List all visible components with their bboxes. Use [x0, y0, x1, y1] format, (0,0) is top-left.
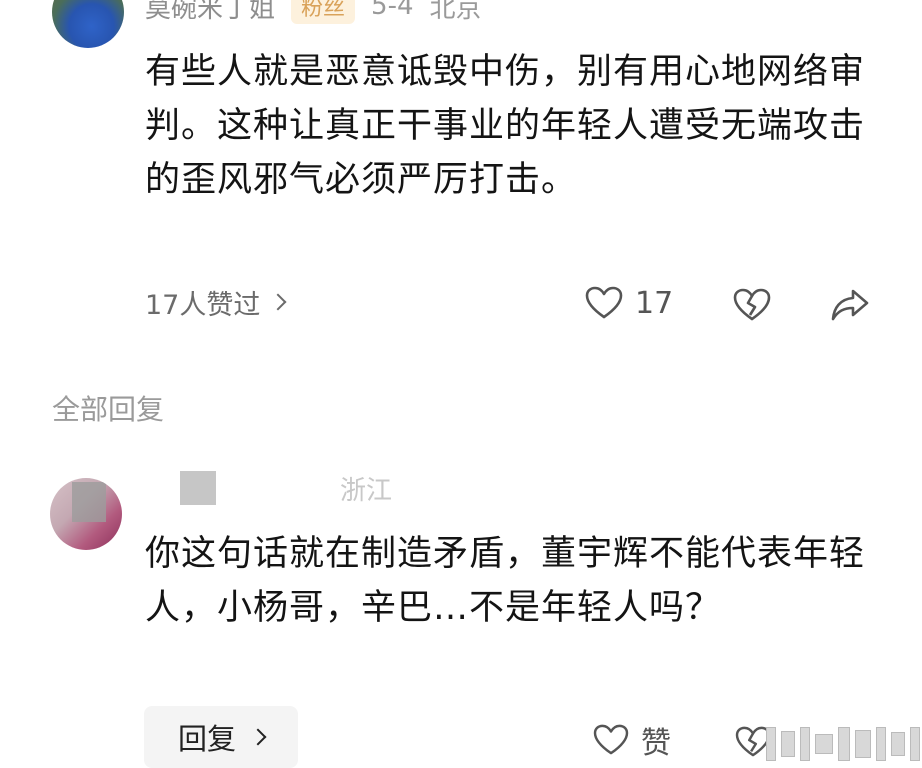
- heart-outline-icon: [593, 724, 629, 755]
- chevron-right-icon: [249, 728, 267, 746]
- chevron-right-icon: [269, 293, 287, 311]
- broken-heart-icon: [733, 288, 771, 321]
- likers-link[interactable]: 17人赞过: [145, 280, 287, 324]
- reply-avatar[interactable]: [50, 478, 122, 550]
- top-comment-date: 5-4: [371, 0, 414, 21]
- mosaic-blur: [72, 482, 106, 522]
- top-comment-text: 有些人就是恶意诋毁中伤，别有用心地网络审判。这种让真正干事业的年轻人遭受无端攻击…: [145, 52, 866, 200]
- username-mosaic: [180, 471, 216, 505]
- top-comment-header: 莫碗米丁姐 粉丝 5-4 北京: [145, 0, 482, 24]
- reply-like-label: 赞: [641, 726, 671, 761]
- like-count: 17: [635, 285, 674, 321]
- share-arrow-icon: [831, 289, 869, 321]
- share-button[interactable]: [830, 283, 870, 327]
- fan-badge: 粉丝: [291, 0, 356, 24]
- heart-outline-icon: [585, 286, 623, 319]
- like-button[interactable]: 17: [585, 281, 673, 325]
- reply-like-button[interactable]: 赞: [593, 718, 671, 762]
- likers-label: 17人赞过: [145, 289, 261, 321]
- top-comment-username[interactable]: 莫碗米丁姐: [145, 0, 275, 25]
- top-comment-location: 北京: [429, 0, 482, 24]
- reply-button[interactable]: 回复: [144, 706, 298, 768]
- reply-text: 你这句话就在制造矛盾，董宇辉不能代表年轻人，小杨哥，辛巴…不是年轻人吗？: [145, 534, 866, 628]
- comment-thread: 莫碗米丁姐 粉丝 5-4 北京 有些人就是恶意诋毁中伤，别有用心地网络审判。这种…: [0, 0, 922, 768]
- all-replies-label: 全部回复: [52, 393, 165, 426]
- reply-location: 浙江: [340, 475, 393, 506]
- dislike-button[interactable]: [733, 283, 771, 327]
- watermark-logo: [766, 724, 920, 764]
- reply-button-label: 回复: [177, 722, 236, 756]
- top-comment-avatar[interactable]: [52, 0, 124, 48]
- reply-header: 浙江: [180, 468, 392, 508]
